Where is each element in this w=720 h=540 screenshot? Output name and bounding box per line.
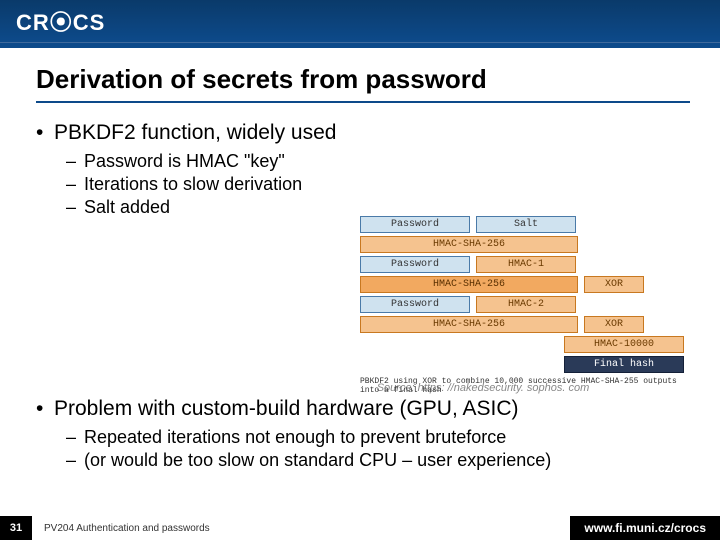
dg-xor: XOR bbox=[584, 276, 644, 293]
dg-hmac: HMAC-SHA-256 bbox=[360, 236, 578, 253]
dg-xor: XOR bbox=[584, 316, 644, 333]
dg-hmac10000: HMAC-10000 bbox=[564, 336, 684, 353]
slide-content: Derivation of secrets from password PBKD… bbox=[0, 48, 720, 471]
sub-item: Password is HMAC "key" bbox=[54, 151, 690, 172]
dg-password: Password bbox=[360, 256, 470, 273]
header-bar: CR⦿CS bbox=[0, 0, 720, 42]
dg-password: Password bbox=[360, 216, 470, 233]
sub-item: Iterations to slow derivation bbox=[54, 174, 690, 195]
page-number: 31 bbox=[0, 516, 32, 540]
bullet-2-text: Problem with custom-build hardware (GPU,… bbox=[54, 397, 519, 420]
slide-title: Derivation of secrets from password bbox=[36, 64, 690, 103]
pbkdf2-diagram: Password Salt HMAC-SHA-256 Password HMAC… bbox=[360, 216, 690, 395]
dg-hmac: HMAC-SHA-256 bbox=[360, 276, 578, 293]
bullet-2: Problem with custom-build hardware (GPU,… bbox=[36, 397, 690, 471]
bullet-1: PBKDF2 function, widely used Password is… bbox=[36, 121, 690, 218]
bullet-1-text: PBKDF2 function, widely used bbox=[54, 121, 336, 144]
dg-password: Password bbox=[360, 296, 470, 313]
dg-hmac: HMAC-SHA-256 bbox=[360, 316, 578, 333]
sub-item: (or would be too slow on standard CPU – … bbox=[54, 450, 690, 471]
course-title: PV204 Authentication and passwords bbox=[32, 523, 570, 534]
footer-url: www.fi.muni.cz/crocs bbox=[570, 516, 720, 540]
sub-item: Salt added bbox=[54, 197, 690, 218]
bullet-2-sublist: Repeated iterations not enough to preven… bbox=[54, 427, 690, 471]
dg-final: Final hash bbox=[564, 356, 684, 373]
dg-hmac2: HMAC-2 bbox=[476, 296, 576, 313]
bullet-1-sublist: Password is HMAC "key" Iterations to slo… bbox=[54, 151, 690, 218]
dg-hmac1: HMAC-1 bbox=[476, 256, 576, 273]
sub-item: Repeated iterations not enough to preven… bbox=[54, 427, 690, 448]
bullet-list: PBKDF2 function, widely used Password is… bbox=[36, 121, 690, 218]
dg-salt: Salt bbox=[476, 216, 576, 233]
bullet-list-2: Problem with custom-build hardware (GPU,… bbox=[36, 397, 690, 471]
diagram-caption: PBKDF2 using XOR to combine 10,000 succe… bbox=[360, 377, 690, 395]
logo: CR⦿CS bbox=[16, 5, 105, 37]
footer: 31 PV204 Authentication and passwords ww… bbox=[0, 516, 720, 540]
